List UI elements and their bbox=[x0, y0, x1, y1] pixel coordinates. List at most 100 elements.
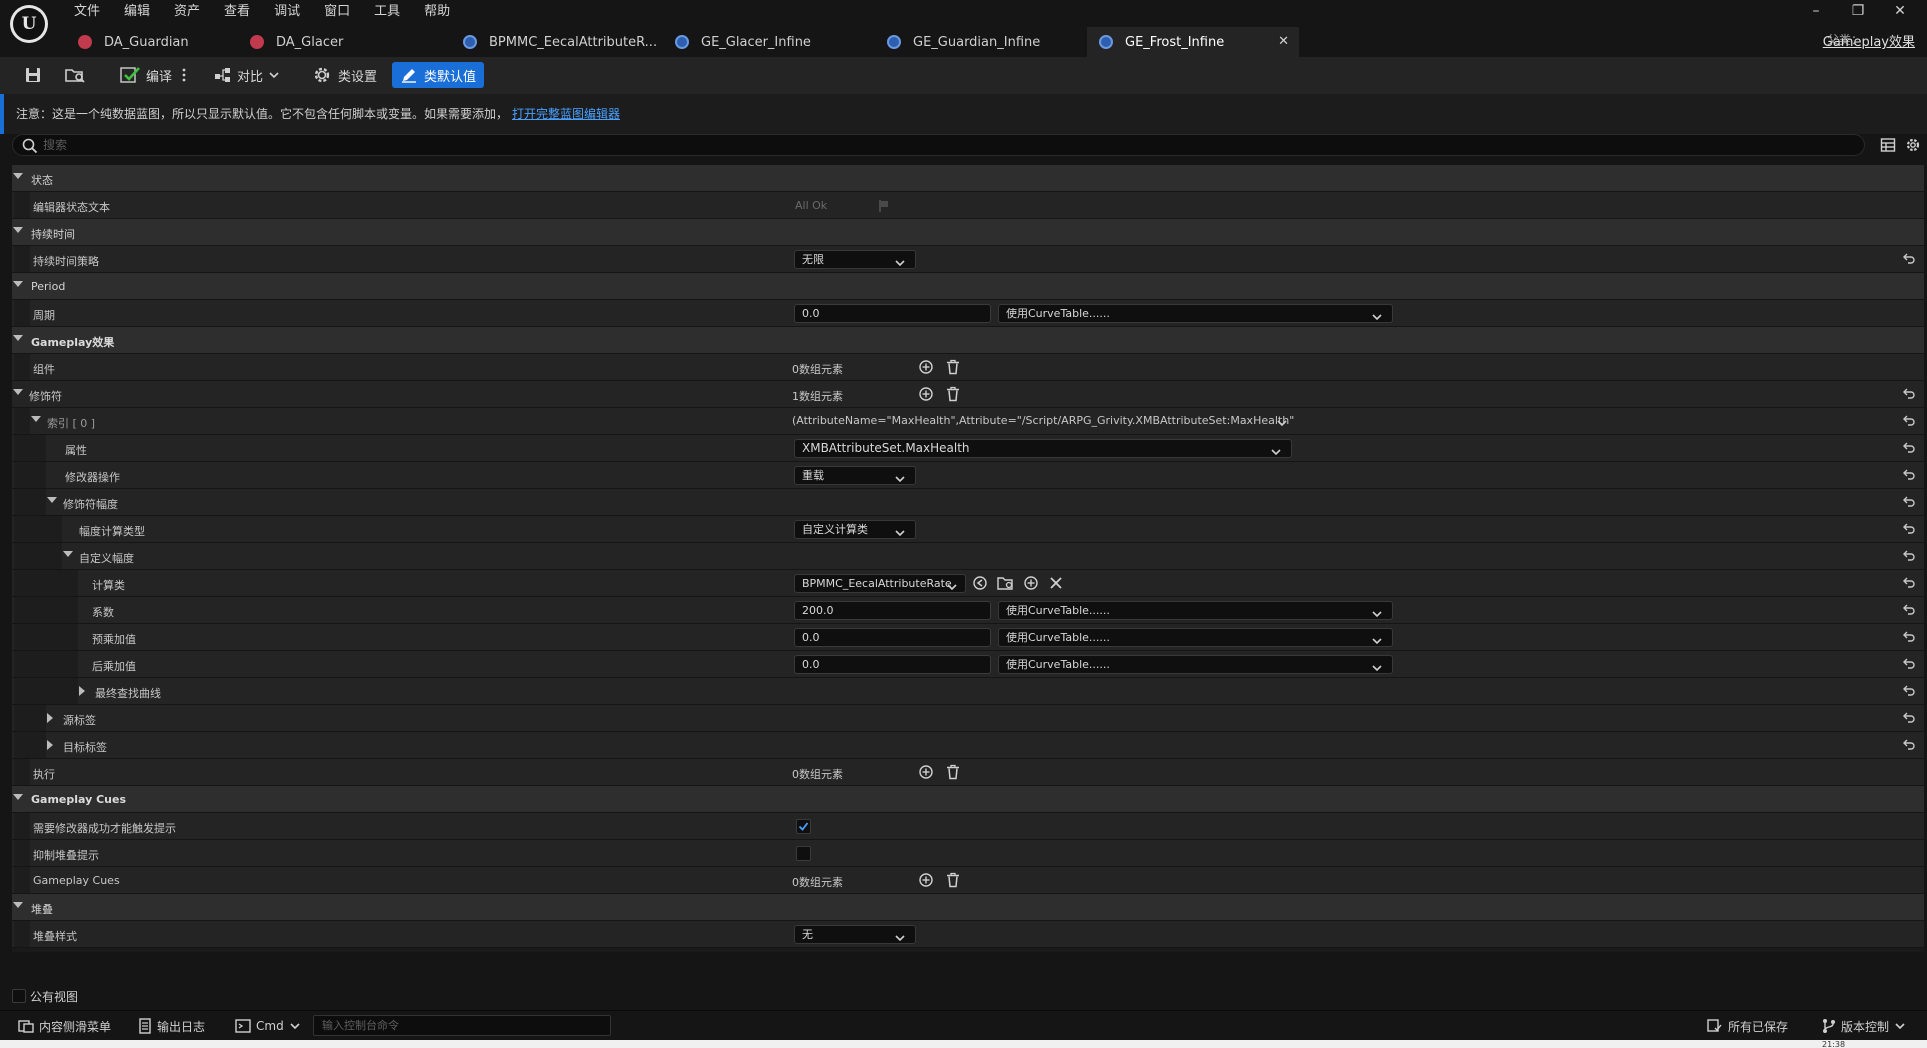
pre-multiply-curve-dropdown[interactable]: 使用CurveTable...... bbox=[998, 628, 1393, 647]
minimize-icon[interactable]: – bbox=[1795, 0, 1837, 22]
expand-arrow-icon[interactable] bbox=[79, 686, 85, 696]
prop-coefficient: 系数 200.0 使用CurveTable...... bbox=[12, 597, 1924, 624]
browse-asset-icon[interactable] bbox=[997, 575, 1015, 591]
trash-icon[interactable] bbox=[946, 872, 960, 888]
tab-ge-guardian[interactable]: GE_Guardian_Infine bbox=[875, 27, 1087, 57]
reset-to-default-icon[interactable] bbox=[1902, 549, 1916, 563]
compile-button[interactable]: 编译 bbox=[120, 62, 172, 88]
summary-expand[interactable] bbox=[1277, 417, 1287, 430]
clear-icon[interactable] bbox=[1049, 575, 1063, 591]
require-success-checkbox[interactable] bbox=[796, 819, 811, 834]
expand-arrow-icon[interactable] bbox=[13, 794, 23, 800]
reset-to-default-icon[interactable] bbox=[1902, 576, 1916, 590]
expand-arrow-icon[interactable] bbox=[63, 551, 73, 557]
public-view-checkbox[interactable] bbox=[12, 989, 26, 1003]
class-settings-button[interactable]: 类设置 bbox=[312, 62, 377, 88]
add-element-icon[interactable] bbox=[918, 359, 934, 375]
pre-multiply-input[interactable]: 0.0 bbox=[794, 628, 991, 647]
output-log-button[interactable]: 输出日志 bbox=[138, 1017, 205, 1035]
settings-gear-icon[interactable] bbox=[1905, 137, 1921, 153]
expand-arrow-icon[interactable] bbox=[13, 227, 23, 233]
content-drawer-button[interactable]: 内容侧滑菜单 bbox=[18, 1017, 111, 1035]
reset-to-default-icon[interactable] bbox=[1902, 603, 1916, 617]
reset-to-default-icon[interactable] bbox=[1902, 738, 1916, 752]
modifier-op-dropdown[interactable]: 重载 bbox=[794, 466, 916, 485]
stacking-type-dropdown[interactable]: 无 bbox=[794, 925, 916, 944]
expand-arrow-icon[interactable] bbox=[13, 281, 23, 287]
expand-arrow-icon[interactable] bbox=[47, 740, 53, 750]
menu-file[interactable]: 文件 bbox=[62, 1, 112, 23]
menu-window[interactable]: 窗口 bbox=[312, 1, 362, 23]
menu-help[interactable]: 帮助 bbox=[412, 1, 462, 23]
expand-arrow-icon[interactable] bbox=[47, 497, 57, 503]
console-command-input[interactable] bbox=[313, 1015, 611, 1036]
post-multiply-input[interactable]: 0.0 bbox=[794, 655, 991, 674]
cmd-selector[interactable]: Cmd bbox=[235, 1017, 305, 1035]
tab-ge-glacer[interactable]: GE_Glacer_Infine bbox=[663, 27, 875, 57]
add-element-icon[interactable] bbox=[918, 386, 934, 402]
save-button[interactable] bbox=[24, 62, 42, 88]
reset-to-default-icon[interactable] bbox=[1902, 495, 1916, 509]
reset-to-default-icon[interactable] bbox=[1902, 414, 1916, 428]
reset-to-default-icon[interactable] bbox=[1902, 522, 1916, 536]
reset-to-default-icon[interactable] bbox=[1902, 468, 1916, 482]
reset-to-default-icon[interactable] bbox=[1902, 387, 1916, 401]
menu-edit[interactable]: 编辑 bbox=[112, 1, 162, 23]
close-tab-icon[interactable]: ✕ bbox=[1278, 34, 1289, 49]
close-window-icon[interactable]: ✕ bbox=[1879, 0, 1921, 22]
trash-icon[interactable] bbox=[946, 764, 960, 780]
parent-class-link[interactable]: Gameplay效果 bbox=[1823, 31, 1915, 50]
coefficient-curve-dropdown[interactable]: 使用CurveTable...... bbox=[998, 601, 1393, 620]
reset-cell bbox=[1896, 462, 1924, 488]
unreal-logo[interactable]: U bbox=[10, 5, 48, 43]
calc-type-dropdown[interactable]: 自定义计算类 bbox=[794, 520, 916, 539]
diff-button[interactable]: 对比 bbox=[213, 62, 279, 88]
tab-bpmmc[interactable]: BPMMC_EecalAttributeR... bbox=[451, 27, 663, 57]
expand-arrow-icon[interactable] bbox=[13, 389, 23, 395]
reset-to-default-icon[interactable] bbox=[1902, 252, 1916, 266]
tab-da-glacer[interactable]: DA_Glacer bbox=[238, 27, 451, 57]
expand-arrow-icon[interactable] bbox=[47, 713, 53, 723]
menu-asset[interactable]: 资产 bbox=[162, 1, 212, 23]
trash-icon[interactable] bbox=[946, 359, 960, 375]
save-status-button[interactable]: 所有已保存 bbox=[1707, 1017, 1788, 1035]
content-drawer-icon bbox=[18, 1020, 34, 1033]
period-input[interactable]: 0.0 bbox=[794, 304, 991, 323]
open-full-editor-link[interactable]: 打开完整蓝图编辑器 bbox=[512, 107, 620, 121]
expand-arrow-icon[interactable] bbox=[13, 902, 23, 908]
reset-to-default-icon[interactable] bbox=[1902, 657, 1916, 671]
suppress-stacking-checkbox[interactable] bbox=[796, 846, 811, 861]
expand-arrow-icon[interactable] bbox=[13, 335, 23, 341]
reset-to-default-icon[interactable] bbox=[1902, 684, 1916, 698]
calc-class-dropdown[interactable]: BPMMC_EecalAttributeRate bbox=[794, 574, 966, 593]
search-input[interactable] bbox=[43, 137, 1743, 153]
trash-icon[interactable] bbox=[946, 386, 960, 402]
expand-arrow-icon[interactable] bbox=[31, 416, 41, 422]
compile-options-button[interactable] bbox=[181, 62, 187, 88]
post-multiply-curve-dropdown[interactable]: 使用CurveTable...... bbox=[998, 655, 1393, 674]
public-view-toggle[interactable]: 公有视图 bbox=[12, 988, 78, 1004]
period-curve-dropdown[interactable]: 使用CurveTable...... bbox=[998, 304, 1393, 323]
table-view-icon[interactable] bbox=[1880, 137, 1896, 153]
add-element-icon[interactable] bbox=[918, 764, 934, 780]
add-element-icon[interactable] bbox=[1023, 575, 1039, 591]
expand-arrow-icon[interactable] bbox=[13, 173, 23, 179]
duration-policy-dropdown[interactable]: 无限 bbox=[794, 250, 916, 269]
browse-button[interactable] bbox=[64, 62, 86, 88]
menu-view[interactable]: 查看 bbox=[212, 1, 262, 23]
source-control-button[interactable]: 版本控制 bbox=[1822, 1017, 1910, 1035]
tab-ge-frost[interactable]: GE_Frost_Infine ✕ bbox=[1087, 27, 1299, 57]
use-selected-icon[interactable] bbox=[972, 575, 988, 591]
restore-icon[interactable]: ❐ bbox=[1837, 0, 1879, 22]
class-defaults-button[interactable]: 类默认值 bbox=[392, 62, 485, 88]
add-element-icon[interactable] bbox=[918, 872, 934, 888]
property-value-cell: 0数组元素 bbox=[785, 354, 1895, 380]
reset-to-default-icon[interactable] bbox=[1902, 711, 1916, 725]
tab-da-guardian[interactable]: DA_Guardian bbox=[66, 27, 238, 57]
attribute-dropdown[interactable]: XMBAttributeSet.MaxHealth bbox=[794, 439, 1292, 458]
menu-debug[interactable]: 调试 bbox=[262, 1, 312, 23]
coefficient-input[interactable]: 200.0 bbox=[794, 601, 991, 620]
reset-to-default-icon[interactable] bbox=[1902, 441, 1916, 455]
reset-to-default-icon[interactable] bbox=[1902, 630, 1916, 644]
menu-tools[interactable]: 工具 bbox=[362, 1, 412, 23]
